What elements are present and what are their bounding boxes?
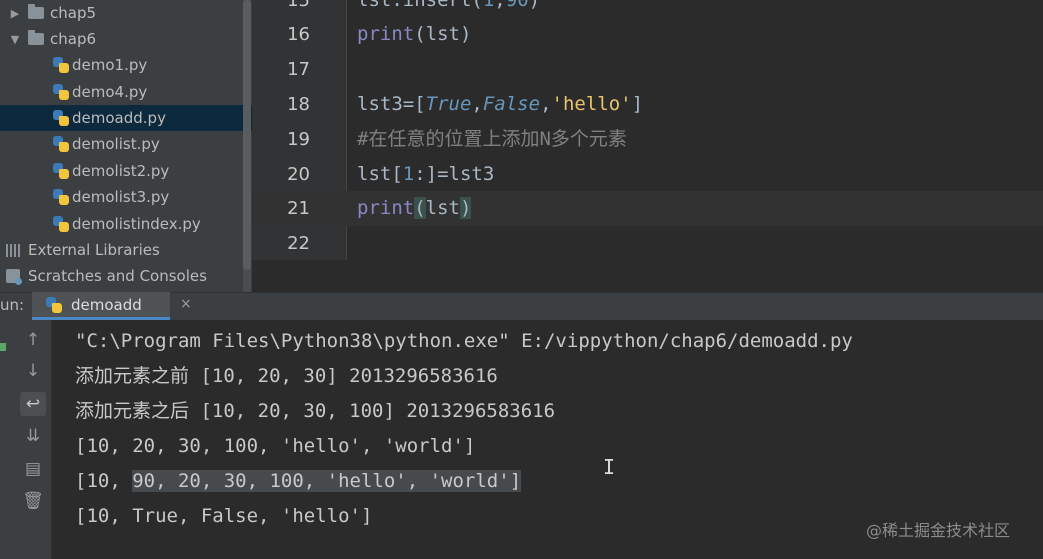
tree-item-chap5[interactable]: ▶ chap5 bbox=[0, 0, 252, 26]
line-number: 17 bbox=[287, 59, 310, 80]
tree-item-label: Scratches and Consoles bbox=[28, 267, 207, 285]
rerun-icon[interactable] bbox=[0, 343, 6, 351]
tree-item-demoadd[interactable]: demoadd.py bbox=[0, 105, 252, 131]
console-line: 添加元素之前 [10, 20, 30] 2013296583616 bbox=[75, 365, 498, 387]
folder-icon bbox=[28, 30, 44, 45]
run-window-label: un: bbox=[0, 296, 25, 314]
line-number: 22 bbox=[287, 233, 310, 254]
library-icon bbox=[6, 243, 20, 257]
code-token: , bbox=[494, 0, 506, 11]
code-line-21[interactable]: print(lst) bbox=[357, 191, 472, 226]
tree-item-demo1[interactable]: demo1.py bbox=[0, 52, 252, 78]
matched-brace: ) bbox=[459, 197, 472, 219]
code-token: , bbox=[540, 93, 552, 115]
code-token: 'hello' bbox=[551, 93, 632, 115]
line-number: 16 bbox=[287, 24, 310, 45]
scroll-to-end-icon[interactable]: ⇊ bbox=[20, 424, 46, 448]
tree-item-label: demo4.py bbox=[72, 83, 148, 101]
project-tree: ▶ chap5 ▼ chap6 demo1.py demo4.py demoad… bbox=[0, 0, 252, 292]
code-token: False bbox=[482, 93, 541, 115]
run-tab-demoadd[interactable]: demoadd × bbox=[32, 292, 192, 320]
python-file-icon bbox=[53, 110, 69, 126]
line-number: 20 bbox=[287, 164, 310, 185]
close-icon[interactable]: × bbox=[180, 296, 192, 312]
folder-icon bbox=[28, 4, 44, 19]
run-left-strip bbox=[0, 320, 16, 559]
tree-item-demolistindex[interactable]: demolistindex.py bbox=[0, 211, 252, 237]
code-token: ] bbox=[631, 93, 644, 115]
tree-item-demolist2[interactable]: demolist2.py bbox=[0, 158, 252, 184]
console-token: [10, bbox=[75, 470, 133, 492]
code-token: 1 bbox=[482, 0, 495, 11]
text-selection: 90, 20, 30, 100, 'hello', 'world'] bbox=[132, 470, 522, 492]
python-file-icon bbox=[53, 57, 69, 73]
tree-item-label: demoadd.py bbox=[72, 109, 166, 127]
code-line-15[interactable]: lst.insert(1,90) bbox=[357, 0, 540, 18]
run-tab-label: demoadd bbox=[71, 295, 142, 314]
code-line-18[interactable]: lst3=[True,False,'hello'] bbox=[357, 87, 643, 122]
tree-item-label: demolist3.py bbox=[72, 188, 170, 206]
tree-item-label: External Libraries bbox=[28, 241, 160, 259]
tree-item-chap6[interactable]: ▼ chap6 bbox=[0, 26, 252, 52]
code-token: lst[ bbox=[357, 163, 403, 185]
scratch-icon bbox=[6, 269, 22, 285]
tree-item-label: chap5 bbox=[50, 4, 97, 22]
code-token: (lst) bbox=[414, 23, 472, 45]
python-file-icon bbox=[53, 189, 69, 205]
text-cursor-icon: I bbox=[603, 455, 616, 479]
code-line-19[interactable]: #在任意的位置上添加N多个元素 bbox=[357, 122, 627, 157]
soft-wrap-icon[interactable]: ↩ bbox=[20, 392, 46, 416]
line-number-current: 21 bbox=[287, 198, 310, 219]
code-line-20[interactable]: lst[1:]=lst3 bbox=[357, 157, 494, 192]
tree-item-label: chap6 bbox=[50, 30, 97, 48]
line-number: 15 bbox=[287, 0, 310, 11]
down-arrow-icon[interactable]: ↓ bbox=[20, 359, 46, 383]
code-token: True bbox=[425, 93, 472, 115]
code-token: 90 bbox=[505, 0, 529, 11]
tree-item-label: demo1.py bbox=[72, 56, 148, 74]
code-token: lst.insert( bbox=[357, 0, 483, 11]
console-line: [10, True, False, 'hello'] bbox=[75, 505, 373, 527]
code-token: 1 bbox=[402, 163, 415, 185]
code-token: lst bbox=[425, 197, 460, 219]
python-file-icon bbox=[53, 136, 69, 152]
up-arrow-icon[interactable]: ↑ bbox=[20, 328, 46, 352]
matched-brace: ( bbox=[414, 197, 426, 219]
console-line: 添加元素之后 [10, 20, 30, 100] 2013296583616 bbox=[75, 400, 556, 422]
chevron-right-icon[interactable]: ▶ bbox=[8, 7, 22, 20]
line-number: 19 bbox=[287, 129, 310, 150]
tree-item-label: demolist2.py bbox=[72, 162, 170, 180]
console-line: "C:\Program Files\Python38\python.exe" E… bbox=[75, 330, 853, 352]
code-token: print bbox=[357, 23, 415, 45]
code-token: , bbox=[471, 93, 483, 115]
tree-item-demolist[interactable]: demolist.py bbox=[0, 131, 252, 157]
code-token: :]=lst3 bbox=[414, 163, 495, 185]
tree-item-demo4[interactable]: demo4.py bbox=[0, 79, 252, 105]
print-icon[interactable]: ▤ bbox=[20, 457, 46, 481]
code-line-16[interactable]: print(lst) bbox=[357, 17, 471, 52]
tree-item-scratches[interactable]: Scratches and Consoles bbox=[0, 263, 252, 289]
chevron-down-icon[interactable]: ▼ bbox=[8, 33, 22, 46]
python-file-icon bbox=[53, 216, 69, 232]
trash-icon[interactable]: 🗑 bbox=[20, 489, 46, 513]
code-token: lst3=[ bbox=[357, 93, 426, 115]
python-file-icon bbox=[53, 84, 69, 100]
watermark: @稀土掘金技术社区 bbox=[866, 521, 1011, 540]
editor-bottom-area bbox=[252, 260, 1043, 292]
code-token: ) bbox=[528, 0, 541, 11]
python-file-icon bbox=[53, 163, 69, 179]
tree-item-label: demolist.py bbox=[72, 135, 160, 153]
tree-item-label: demolistindex.py bbox=[72, 215, 201, 233]
python-file-icon bbox=[46, 296, 62, 313]
tree-item-demolist3[interactable]: demolist3.py bbox=[0, 184, 252, 210]
tree-item-external-libraries[interactable]: External Libraries bbox=[0, 237, 252, 263]
code-token: print bbox=[357, 197, 415, 219]
line-number: 18 bbox=[287, 94, 310, 115]
tree-scrollbar-thumb[interactable] bbox=[243, 0, 251, 270]
console-line: [10, 90, 20, 30, 100, 'hello', 'world'] bbox=[75, 464, 522, 499]
console-line: [10, 20, 30, 100, 'hello', 'world'] bbox=[75, 435, 476, 457]
